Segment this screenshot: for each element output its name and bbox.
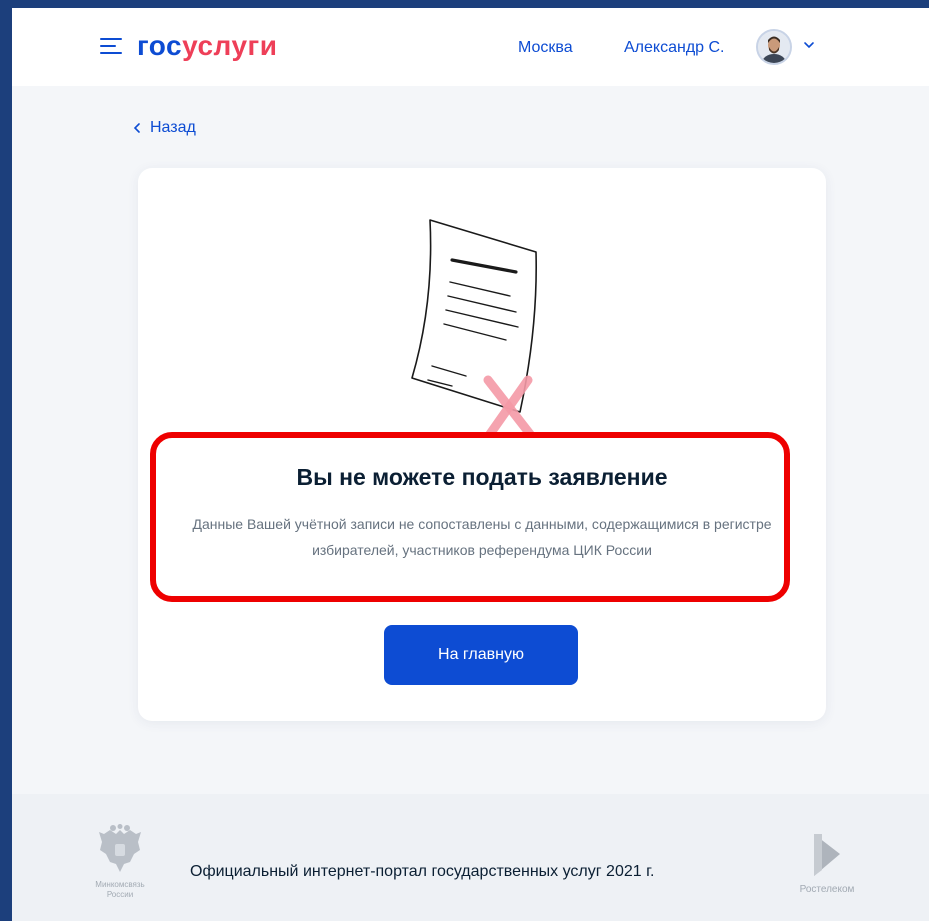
footer: Минкомсвязь России Официальный интернет-… [12, 794, 929, 921]
document-illustration [411, 219, 537, 438]
rostelecom-logo-icon [814, 834, 840, 876]
header: госуслуги Москва Александр С. [12, 8, 929, 86]
rostelecom-label: Ростелеком [799, 884, 855, 895]
chevron-down-icon[interactable] [803, 39, 815, 51]
footer-portal-text: Официальный интернет-портал государствен… [190, 863, 655, 880]
city-selector[interactable]: Москва [518, 39, 573, 57]
avatar[interactable] [756, 29, 792, 65]
ministry-line-1: Минкомсвязь [95, 880, 145, 889]
coat-of-arms-icon [99, 824, 141, 872]
back-label: Назад [150, 119, 196, 136]
go-home-button[interactable]: На главную [384, 625, 578, 685]
user-name[interactable]: Александр С. [624, 39, 725, 57]
ministry-line-2: России [106, 890, 134, 899]
menu-icon[interactable] [100, 38, 122, 54]
chevron-left-icon [133, 123, 140, 133]
back-link[interactable]: Назад [132, 119, 196, 137]
rostelecom-block[interactable]: Ростелеком [782, 832, 872, 912]
logo-part-uslugi: услуги [182, 30, 278, 61]
highlight-frame [150, 432, 790, 602]
ministry-block: Минкомсвязь России [70, 824, 170, 920]
logo-part-gos: гос [137, 30, 183, 61]
gosuslugi-logo[interactable]: госуслуги [137, 30, 277, 62]
